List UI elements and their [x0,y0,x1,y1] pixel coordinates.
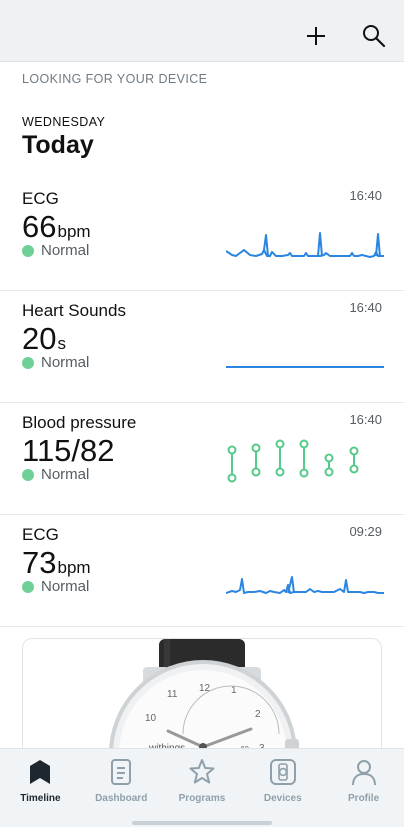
status-dot [22,468,34,481]
tab-label: Profile [348,793,380,804]
device-status-text: LOOKING FOR YOUR DEVICE [22,72,208,86]
top-bar [0,0,404,62]
card-unit: bpm [57,222,91,241]
card-title: Heart Sounds [22,301,126,320]
status-dot [22,244,34,257]
ecg-graph [226,576,384,594]
card-status: Normal [22,242,89,259]
timeline-icon [30,760,51,784]
search-icon [363,25,386,48]
watch-icon [269,759,296,785]
blood-pressure-card[interactable]: Blood pressure 115/82 Normal 16:40 [0,403,404,515]
plus-icon [307,27,325,45]
day-title: Today [22,131,94,159]
ecg-card[interactable]: ECG 66bpm Normal 16:40 [0,179,404,291]
heart-sounds-graph [226,366,384,368]
ecg-card[interactable]: ECG 73bpm Normal 09:29 [0,515,404,627]
card-value: 66bpm [22,209,91,244]
home-indicator[interactable] [132,821,272,825]
tab-dashboard[interactable]: Dashboard [81,749,162,827]
day-header: WEDNESDAY Today [22,115,105,160]
tab-label: Dashboard [95,793,148,804]
card-value: 20s [22,321,66,356]
card-value: 73bpm [22,545,91,580]
status-dot [22,356,34,369]
ecg-graph [226,232,384,258]
tab-devices[interactable]: Devices [242,749,323,827]
tab-label: Timeline [20,793,61,804]
dashboard-icon [111,759,132,785]
person-icon [351,760,376,786]
dial-number: 10 [145,713,157,724]
tab-label: Devices [263,793,302,804]
tab-profile[interactable]: Profile [323,749,404,827]
tab-label: Programs [178,793,226,804]
status-dot [22,580,34,593]
tab-programs[interactable]: Programs [162,749,243,827]
dial-number: 11 [167,689,178,700]
card-title: ECG [22,525,59,544]
card-title: Blood pressure [22,413,137,432]
tab-bar: Timeline Dashboard Programs Devices Prof… [0,748,404,827]
card-status: Normal [22,578,89,595]
dial-number: 12 [199,683,211,694]
heart-sounds-card[interactable]: Heart Sounds 20s Normal 16:40 [0,291,404,403]
add-button[interactable] [302,22,330,50]
search-button[interactable] [360,22,388,50]
card-status: Normal [22,466,89,483]
card-status: Normal [22,354,89,371]
card-title: ECG [22,189,59,208]
card-unit: s [57,334,66,353]
tab-timeline[interactable]: Timeline [0,749,81,827]
blood-pressure-graph [227,439,359,483]
weekday-label: WEDNESDAY [22,115,106,129]
dial-number: 2 [255,709,261,720]
card-value: 115/82 [22,433,115,468]
card-unit: bpm [57,558,91,577]
star-icon [189,759,215,784]
